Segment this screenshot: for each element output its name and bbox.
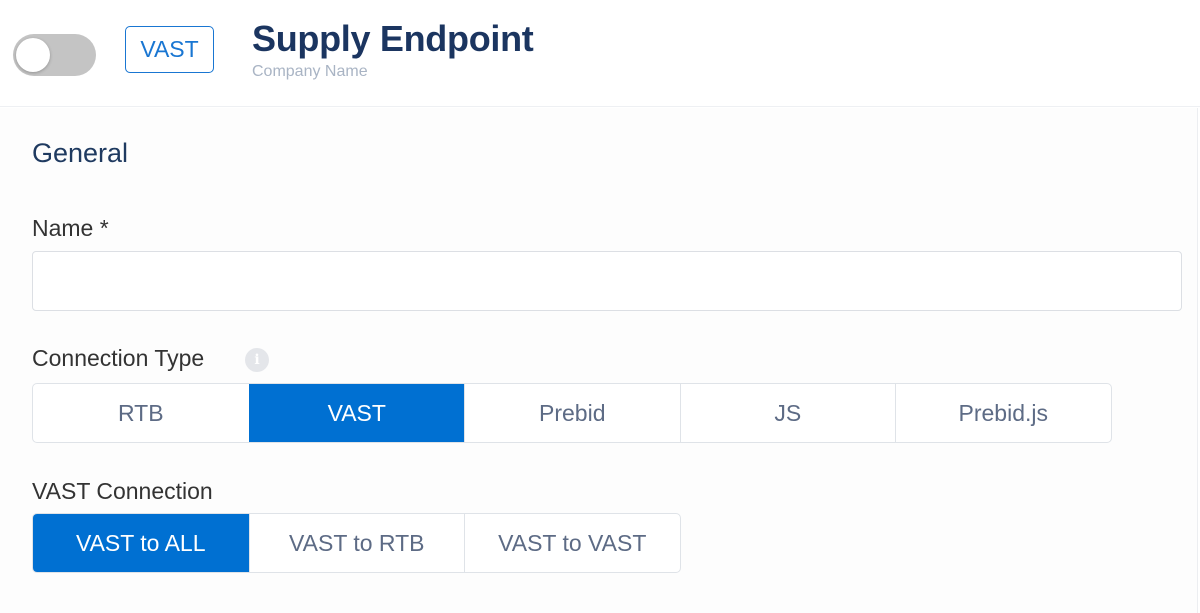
connection-type-selector: RTB VAST Prebid JS Prebid.js <box>32 383 1112 443</box>
connection-type-option-prebid[interactable]: Prebid <box>464 384 680 442</box>
vast-connection-option-rtb[interactable]: VAST to RTB <box>248 514 465 572</box>
vast-connection-selector: VAST to ALL VAST to RTB VAST to VAST <box>32 513 681 573</box>
connection-type-option-prebidjs[interactable]: Prebid.js <box>895 384 1111 442</box>
section-title: General <box>32 138 129 168</box>
active-toggle[interactable] <box>13 34 96 76</box>
connection-type-option-rtb[interactable]: RTB <box>33 384 249 442</box>
connection-type-label: Connection Type <box>32 345 205 371</box>
type-badge: VAST <box>125 26 214 73</box>
toggle-knob <box>16 38 50 72</box>
vast-connection-label: VAST Connection <box>32 478 213 504</box>
page-title: Supply Endpoint <box>252 18 534 59</box>
page-header: VAST Supply Endpoint Company Name <box>0 0 1200 107</box>
vast-connection-option-all[interactable]: VAST to ALL <box>33 514 249 572</box>
connection-type-option-vast[interactable]: VAST <box>248 384 464 442</box>
name-input[interactable] <box>32 251 1182 311</box>
page-subtitle: Company Name <box>252 63 368 80</box>
vast-connection-option-vast[interactable]: VAST to VAST <box>464 514 680 572</box>
connection-type-option-js[interactable]: JS <box>679 384 896 442</box>
general-form: General Name * Connection Type i RTB VAS… <box>0 108 1198 613</box>
info-icon[interactable]: i <box>245 348 269 372</box>
name-label: Name * <box>32 215 109 241</box>
